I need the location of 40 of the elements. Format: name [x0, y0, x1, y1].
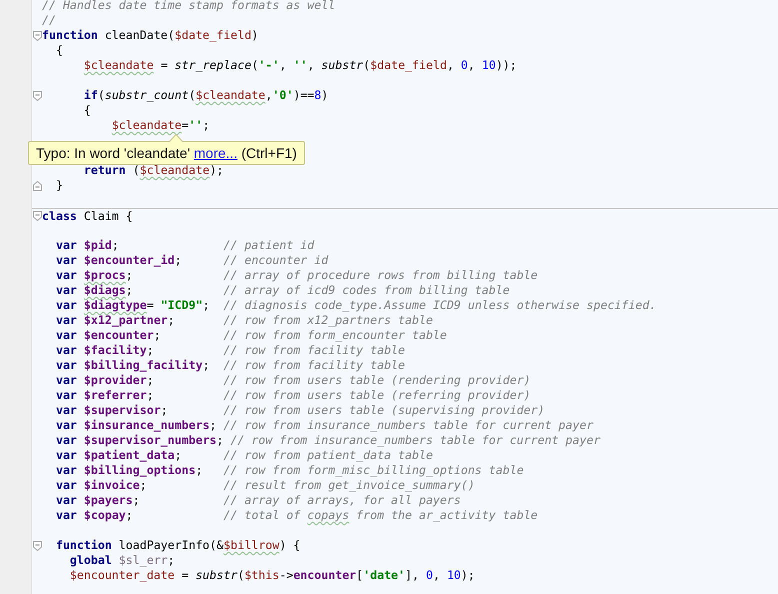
- fold-marker-icon[interactable]: [32, 540, 42, 550]
- code-line: //: [42, 13, 56, 28]
- code-line: {: [82, 103, 91, 118]
- code-line: $encounter_date = substr($this->encounter['date'], 0, 10);: [68, 568, 475, 583]
- code-line: function loadPayerInfo(&$billrow) {: [54, 538, 300, 553]
- code-line: var $billing_facility; // row from facility table: [54, 358, 406, 373]
- code-line: var $copay; // total of copays from the ar_activity table: [54, 508, 538, 523]
- fold-marker-icon[interactable]: [32, 90, 42, 100]
- code-line: return ($cleandate);: [82, 163, 224, 178]
- code-line: // Handles date time stamp formats as well: [42, 0, 336, 13]
- code-line: var $patient_data; // row from patient_data table: [54, 448, 433, 463]
- fold-marker-icon[interactable]: [32, 180, 42, 190]
- code-line: var $invoice; // result from get_invoice_summary(): [54, 478, 475, 493]
- code-line: var $x12_partner; // row from x12_partners table: [54, 313, 433, 328]
- code-line: var $diags; // array of icd9 codes from billing table: [54, 283, 510, 298]
- code-line: var $pid; // patient id: [54, 238, 314, 253]
- code-line: var $billing_options; // row from form_misc_billing_options table: [54, 463, 524, 478]
- code-line: var $payers; // array of arrays, for all payers: [54, 493, 461, 508]
- code-line: $cleandate='';: [110, 118, 210, 133]
- code-line: var $provider; // row from users table (rendering provider): [54, 373, 531, 388]
- code-line: class Claim {: [42, 209, 133, 223]
- tooltip-text: Typo: In word 'cleandate' more... (Ctrl+F1): [36, 145, 297, 161]
- code-line: var $supervisor; // row from users table (supervising provider): [54, 403, 545, 418]
- code-line: var $encounter; // row from form_encounter table: [54, 328, 447, 343]
- code-line: var $supervisor_numbers; // row from insurance_numbers table for current payer: [54, 433, 600, 448]
- code-line: var $facility; // row from facility table: [54, 343, 406, 358]
- code-line: {: [54, 43, 63, 58]
- code-line: function cleanDate($date_field): [42, 28, 258, 43]
- code-line: var $encounter_id; // encounter id: [54, 253, 328, 268]
- code-line: var $insurance_numbers; // row from insurance_numbers table for current payer: [54, 418, 594, 433]
- code-line: }: [54, 178, 63, 193]
- fold-marker-icon[interactable]: [32, 30, 42, 40]
- code-line: var $procs; // array of procedure rows from billing table: [54, 268, 538, 283]
- code-line: $cleandate = str_replace('-', '', substr($date_field, 0, 10));: [82, 58, 517, 73]
- fold-marker-icon[interactable]: [32, 211, 42, 221]
- code-line: global $sl_err;: [68, 553, 175, 568]
- code-line: if(substr_count($cleandate,'0')==8): [82, 88, 328, 103]
- more-link[interactable]: more...: [194, 145, 238, 161]
- code-line: var $referrer; // row from users table (referring provider): [54, 388, 531, 403]
- code-line: var $diagtype= "ICD9"; // diagnosis code_type.Assume ICD9 unless otherwise specified.: [54, 298, 656, 313]
